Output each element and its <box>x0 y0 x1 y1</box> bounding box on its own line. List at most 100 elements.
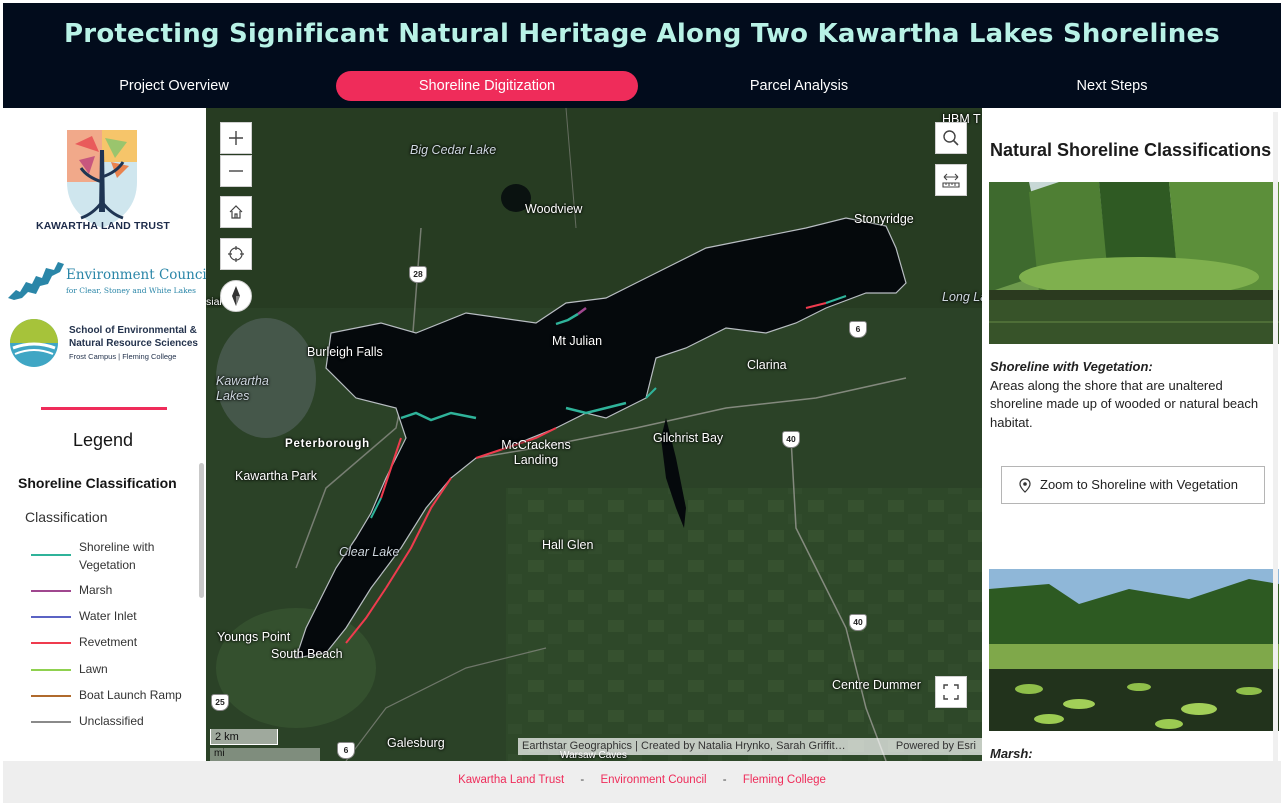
home-icon <box>229 205 243 219</box>
legend-title: Legend <box>72 430 134 450</box>
map-label-kawartha-lakes: Kawartha Lakes <box>216 374 269 403</box>
legend-layer-name: Shoreline Classification <box>18 475 177 491</box>
legend-label: Shoreline with Vegetation <box>79 540 155 572</box>
satellite-basemap <box>206 108 982 761</box>
panel-title: Natural Shoreline Classifications <box>990 140 1272 160</box>
locate-button[interactable] <box>220 238 252 270</box>
map-label-centre-dummer: Centre Dummer <box>832 678 921 692</box>
fleming-circle-icon <box>10 319 58 367</box>
route-shield-40: 40 <box>849 614 867 631</box>
scale-bar-miles: mi <box>210 748 320 761</box>
route-shield-6: 6 <box>337 742 355 759</box>
zoom-button-label: Zoom to Shoreline with Vegetation <box>1040 477 1239 492</box>
tab-parcel-analysis[interactable]: Parcel Analysis <box>648 71 950 101</box>
ec-logo-title: Environment Council <box>66 267 206 283</box>
marsh-caption-title: Marsh: <box>990 746 1033 761</box>
legend-field-name: Classification <box>25 509 108 525</box>
scale-bar: 2 km <box>210 729 278 745</box>
legend-swatch <box>31 642 71 644</box>
nav-tabs: Project Overview Shoreline Digitization … <box>23 71 1273 103</box>
attribution-text[interactable]: Earthstar Geographics | Created by Natal… <box>522 740 846 752</box>
marsh-photo <box>989 569 1279 731</box>
legend-swatch <box>31 554 71 556</box>
minus-icon <box>229 170 243 172</box>
search-button[interactable] <box>935 122 967 154</box>
klt-logo-text: KAWARTHA LAND TRUST <box>35 220 171 232</box>
fullscreen-icon <box>943 684 959 700</box>
kawartha-land-trust-logo <box>67 130 137 228</box>
tab-next-steps[interactable]: Next Steps <box>961 71 1263 101</box>
right-panel: Natural Shoreline Classifications Shorel… <box>982 108 1282 761</box>
footer-separator: - <box>580 774 585 786</box>
legend-label: Boat Launch Ramp <box>79 688 182 702</box>
map-label-gilchrist-bay: Gilchrist Bay <box>653 431 724 445</box>
tab-project-overview[interactable]: Project Overview <box>23 71 325 101</box>
map-label-kawartha-park: Kawartha Park <box>235 469 317 483</box>
map-attribution[interactable]: Earthstar Geographics | Created by Natal… <box>518 738 982 755</box>
environment-council-logo: Environment Council for Clear, Stoney an… <box>6 254 206 304</box>
caption-title: Shoreline with Vegetation: <box>990 359 1153 374</box>
legend-swatch <box>31 695 71 697</box>
ruler-icon <box>942 173 960 188</box>
legend-label: Lawn <box>79 662 108 676</box>
header: Protecting Significant Natural Heritage … <box>3 3 1281 108</box>
compass-icon <box>232 286 240 306</box>
legend-swatch <box>31 616 71 618</box>
legend-label: Revetment <box>79 635 138 649</box>
map-label-peterborough: Peterborough <box>285 438 370 450</box>
legend-label: Unclassified <box>79 714 144 728</box>
map-label-mccrackens-landing: McCrackens Landing <box>501 438 571 467</box>
map-label-clarina: Clarina <box>747 358 787 372</box>
legend-swatch <box>31 721 71 723</box>
vegetation-photo <box>989 182 1279 344</box>
footer-link-kawartha-land-trust[interactable]: Kawartha Land Trust <box>458 774 564 786</box>
left-panel: KAWARTHA LAND TRUST Environment Council … <box>3 108 206 761</box>
map-label-clear-lake: Clear Lake <box>339 545 400 559</box>
legend-label: Water Inlet <box>79 609 137 623</box>
route-shield-28: 28 <box>409 266 427 283</box>
map-label-burleigh-falls: Burleigh Falls <box>307 345 383 359</box>
map-label-big-cedar-lake: Big Cedar Lake <box>410 143 497 157</box>
left-panel-scrollbar[interactable] <box>199 463 204 598</box>
right-panel-scrollbar[interactable] <box>1273 112 1278 761</box>
plus-icon <box>229 131 243 145</box>
route-shield-40: 40 <box>782 431 800 448</box>
search-icon <box>943 130 959 146</box>
measure-button[interactable] <box>935 164 967 196</box>
fleming-logo-line1: School of Environmental & <box>69 325 197 336</box>
legend-label: Marsh <box>79 583 113 597</box>
powered-by-esri[interactable]: Powered by Esri <box>896 738 976 755</box>
compass-button[interactable] <box>220 280 252 312</box>
zoom-out-button[interactable] <box>220 155 252 187</box>
map-label-south-beach: South Beach <box>271 647 343 661</box>
fleming-logo-line3: Frost Campus | Fleming College <box>69 352 177 361</box>
page-title: Protecting Significant Natural Heritage … <box>64 19 1220 49</box>
map-label-hall-glen: Hall Glen <box>542 538 594 552</box>
map-pin-icon <box>1019 478 1031 493</box>
footer: Kawartha Land Trust - Environment Counci… <box>3 761 1281 803</box>
map-label-mt-julian: Mt Julian <box>552 334 603 348</box>
legend-swatch <box>31 590 71 592</box>
footer-link-environment-council[interactable]: Environment Council <box>600 774 706 786</box>
crosshair-icon <box>228 246 244 262</box>
footer-link-fleming-college[interactable]: Fleming College <box>743 774 826 786</box>
map-label-long-lake: Long La <box>942 290 982 304</box>
map-view[interactable]: Big Cedar Lake Woodview Stonyridge HBM T… <box>206 108 982 761</box>
map-label-youngs-point: Youngs Point <box>217 630 291 644</box>
caption-body: Areas along the shore that are unaltered… <box>990 377 1259 430</box>
fleming-logo-line2: Natural Resource Sciences <box>69 338 198 349</box>
home-button[interactable] <box>220 196 252 228</box>
vegetation-caption: Shoreline with Vegetation: Areas along t… <box>990 358 1275 432</box>
map-label-woodview: Woodview <box>525 202 583 216</box>
ec-logo-subtitle: for Clear, Stoney and White Lakes <box>66 286 196 295</box>
zoom-to-vegetation-button[interactable]: Zoom to Shoreline with Vegetation <box>1001 466 1265 504</box>
route-shield-25: 25 <box>211 694 229 711</box>
footer-separator: - <box>722 774 727 786</box>
lakes-silhouette-icon <box>8 262 64 300</box>
fullscreen-button[interactable] <box>935 676 967 708</box>
route-shield-6: 6 <box>849 321 867 338</box>
map-label-galesburg: Galesburg <box>387 736 445 750</box>
tab-shoreline-digitization[interactable]: Shoreline Digitization <box>336 71 638 101</box>
legend-swatch <box>31 669 71 671</box>
zoom-in-button[interactable] <box>220 122 252 154</box>
